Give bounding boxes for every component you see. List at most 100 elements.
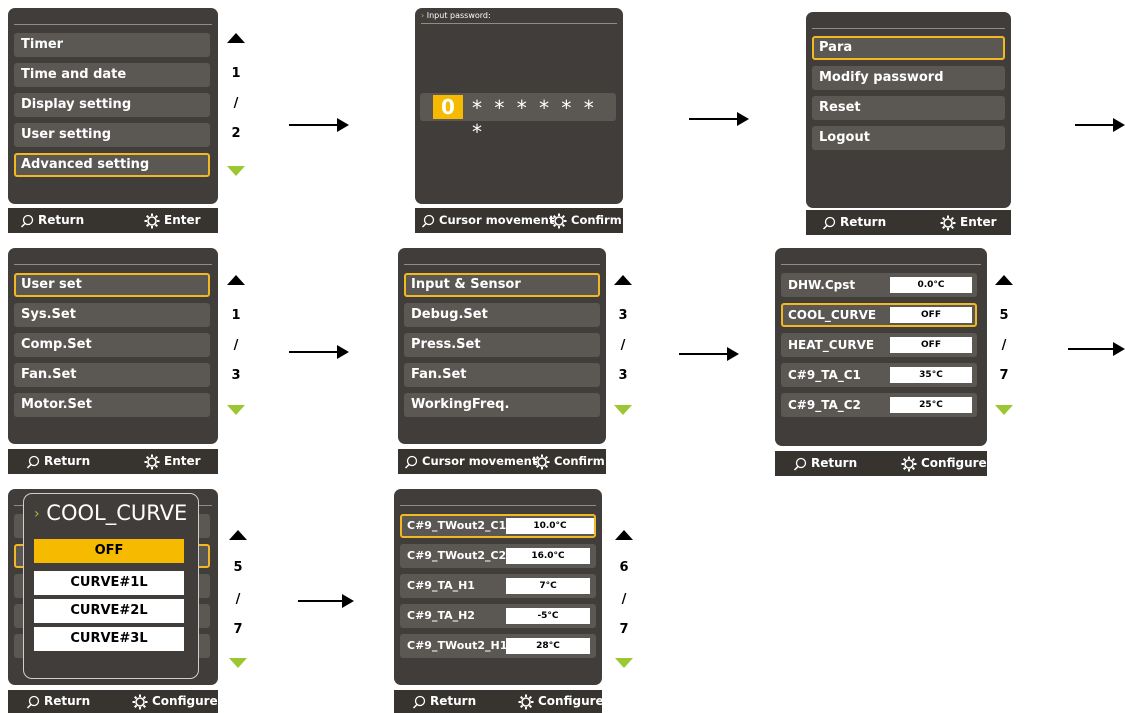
param-label: C#9_TA_C2	[788, 398, 861, 412]
menu-item-user-set[interactable]: User set	[14, 273, 210, 297]
option-curve-2l[interactable]: CURVE#2L	[34, 599, 184, 623]
page-separator: /	[233, 338, 239, 353]
confirm-key[interactable]: Confirm	[534, 449, 605, 474]
enter-key[interactable]: Enter	[144, 208, 201, 233]
param-c9-ta-h1[interactable]: C#9_TA_H1 7°C	[400, 574, 596, 598]
page-current: 5	[233, 560, 243, 575]
menu-item-reset[interactable]: Reset	[812, 96, 1005, 120]
param-label: C#9_TA_H2	[407, 609, 475, 622]
return-label: Return	[44, 694, 91, 708]
menu-item-press-set[interactable]: Press.Set	[404, 333, 600, 357]
menu-item-comp-set[interactable]: Comp.Set	[14, 333, 210, 357]
return-key[interactable]: Return	[822, 210, 886, 235]
param-c9-twout2-c2[interactable]: C#9_TWout2_C2 16.0°C	[400, 544, 596, 568]
param-value[interactable]: OFF	[890, 337, 972, 353]
param-value[interactable]: -5°C	[506, 608, 590, 624]
param-value[interactable]: 0.0°C	[890, 277, 972, 293]
configure-key[interactable]: Configure	[518, 690, 604, 713]
scroll-up-icon[interactable]	[229, 530, 247, 540]
param-c9-twout2-c1[interactable]: C#9_TWout2_C1 10.0°C	[400, 514, 596, 538]
return-key[interactable]: Return	[26, 449, 90, 474]
param-value[interactable]: 25°C	[890, 397, 972, 413]
param-value[interactable]: 35°C	[890, 367, 972, 383]
scroll-down-icon[interactable]	[995, 405, 1013, 415]
return-key[interactable]: Return	[26, 690, 90, 713]
option-off[interactable]: OFF	[34, 539, 184, 563]
search-icon	[793, 457, 807, 471]
param-value[interactable]: 7°C	[506, 578, 590, 594]
confirm-key[interactable]: Confirm	[551, 208, 622, 233]
scroll-up-icon[interactable]	[227, 33, 245, 43]
menu-item-para[interactable]: Para	[812, 36, 1005, 60]
return-label: Return	[38, 213, 85, 227]
password-input[interactable]: 0 * * * * * * *	[420, 93, 616, 144]
param-value[interactable]: OFF	[890, 307, 972, 323]
gear-icon	[144, 213, 160, 228]
menu-item-logout[interactable]: Logout	[812, 126, 1005, 150]
enter-label: Enter	[960, 215, 997, 229]
confirm-label: Confirm	[554, 454, 605, 468]
menu-item-advanced-setting[interactable]: Advanced setting	[14, 153, 210, 177]
scroll-up-icon[interactable]	[995, 275, 1013, 285]
menu-item-fan-set[interactable]: Fan.Set	[404, 363, 600, 387]
menu-item-sys-set[interactable]: Sys.Set	[14, 303, 210, 327]
param-c9-ta-c2[interactable]: C#9_TA_C2 25°C	[781, 393, 977, 417]
return-key[interactable]: Return	[412, 690, 476, 713]
menu-item-timer[interactable]: Timer	[14, 33, 210, 57]
configure-label: Configure	[152, 694, 218, 708]
flow-arrow	[289, 118, 349, 132]
param-value[interactable]: 28°C	[506, 638, 590, 654]
scroll-indicator: 5 / 7	[995, 275, 1025, 425]
enter-key[interactable]: Enter	[940, 210, 997, 235]
menu-item-motor-set[interactable]: Motor.Set	[14, 393, 210, 417]
search-icon	[822, 216, 836, 230]
param-c9-ta-h2[interactable]: C#9_TA_H2 -5°C	[400, 604, 596, 628]
param-c9-ta-c1[interactable]: C#9_TA_C1 35°C	[781, 363, 977, 387]
scroll-indicator: 1 / 2	[227, 33, 257, 183]
menu-item-display-setting[interactable]: Display setting	[14, 93, 210, 117]
menu-item-modify-password[interactable]: Modify password	[812, 66, 1005, 90]
scroll-up-icon[interactable]	[615, 530, 633, 540]
menu-item-user-setting[interactable]: User setting	[14, 123, 210, 147]
param-heat-curve[interactable]: HEAT_CURVE OFF	[781, 333, 977, 357]
param-label: C#9_TWout2_C2	[407, 549, 507, 562]
enter-key[interactable]: Enter	[144, 449, 201, 474]
page-total: 7	[233, 622, 243, 637]
return-key[interactable]: Return	[20, 208, 84, 233]
menu-item-working-freq[interactable]: WorkingFreq.	[404, 393, 600, 417]
scroll-up-icon[interactable]	[614, 275, 632, 285]
menu-item-input-sensor[interactable]: Input & Sensor	[404, 273, 600, 297]
configure-key[interactable]: Configure	[132, 690, 218, 713]
password-digit-cursor[interactable]: 0	[433, 95, 463, 119]
divider	[14, 264, 212, 265]
scroll-down-icon[interactable]	[614, 405, 632, 415]
configure-key[interactable]: Configure	[901, 451, 987, 476]
menu-item-debug-set[interactable]: Debug.Set	[404, 303, 600, 327]
menu-item-fan-set[interactable]: Fan.Set	[14, 363, 210, 387]
param-label: DHW.Cpst	[788, 278, 856, 292]
param-value[interactable]: 16.0°C	[506, 548, 590, 564]
option-curve-3l[interactable]: CURVE#3L	[34, 627, 184, 651]
search-icon	[26, 455, 40, 469]
scroll-up-icon[interactable]	[227, 275, 245, 285]
scroll-down-icon[interactable]	[227, 166, 245, 176]
scroll-down-icon[interactable]	[615, 658, 633, 668]
cool-curve-popup: › COOL_CURVE OFF CURVE#1L CURVE#2L CURVE…	[23, 493, 199, 679]
cursor-movement-key[interactable]: Cursor movement	[404, 449, 537, 474]
scroll-down-icon[interactable]	[229, 658, 247, 668]
gear-icon	[132, 694, 148, 709]
param-cool-curve[interactable]: COOL_CURVE OFF	[781, 303, 977, 327]
password-masked: * * * * * * *	[472, 96, 597, 144]
param-dhw-cpst[interactable]: DHW.Cpst 0.0°C	[781, 273, 977, 297]
option-curve-1l[interactable]: CURVE#1L	[34, 571, 184, 595]
cursor-movement-key[interactable]: Cursor movement	[421, 208, 554, 233]
param-c9-twout2-h1[interactable]: C#9_TWout2_H1 28°C	[400, 634, 596, 658]
return-key[interactable]: Return	[793, 451, 857, 476]
menu-item-time-and-date[interactable]: Time and date	[14, 63, 210, 87]
gear-icon	[144, 454, 160, 469]
flow-arrow	[1068, 342, 1125, 356]
return-label: Return	[811, 456, 858, 470]
param-value[interactable]: 10.0°C	[506, 518, 594, 534]
scroll-down-icon[interactable]	[227, 405, 245, 415]
page-separator: /	[235, 592, 241, 607]
